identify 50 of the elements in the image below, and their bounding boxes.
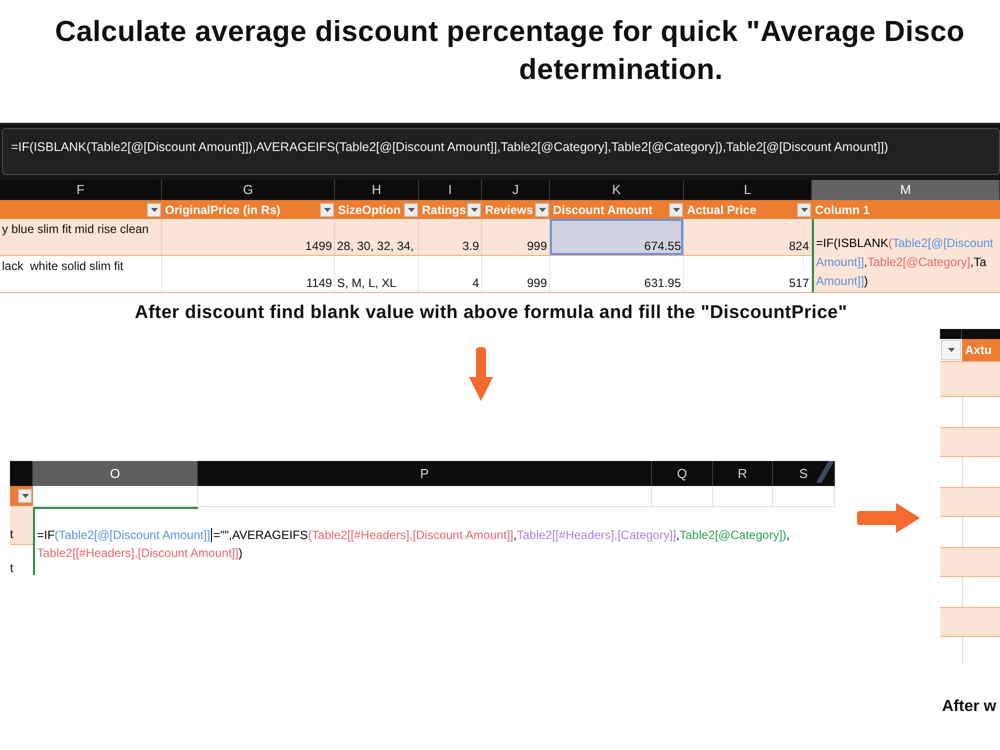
filter-dropdown-button[interactable] xyxy=(404,202,418,216)
table-header-cell: Axtu xyxy=(962,339,1000,361)
column-label: Reviews xyxy=(485,202,534,216)
column-label: Ratings xyxy=(422,202,466,216)
caret-down-icon xyxy=(948,348,954,352)
table-cell: 674.55 xyxy=(550,219,684,255)
table-cell: 4 xyxy=(419,256,482,292)
column-label: Discount Amount xyxy=(553,202,653,216)
formula-bar[interactable]: =IF(ISBLANK(Table2[@[Discount Amount]]),AVERAGEIFS(Table2[@[Discount Amount]],Table2[@Category],Table2[@Category]),Table2[@[Discount Amount]]) xyxy=(2,128,1000,175)
column-label: SizeOption xyxy=(338,202,401,216)
column-label: Actual Price xyxy=(687,202,756,216)
caret-down-icon xyxy=(150,208,158,212)
formula-editor[interactable]: =IF(ISBLANK(Table2[@[Discount Amount]],Table2[@Category],Ta Amount]]) xyxy=(812,219,1000,293)
filter-dropdown-button[interactable] xyxy=(467,202,481,216)
step-caption: After w xyxy=(942,697,998,717)
table-cell: 631.95 xyxy=(550,256,684,292)
filter-dropdown-button[interactable] xyxy=(535,202,549,216)
text-cursor-icon xyxy=(211,528,212,542)
filter-dropdown-button[interactable] xyxy=(797,202,811,216)
caret-down-icon xyxy=(324,208,330,212)
table-cell: 28, 30, 32, 34, xyxy=(335,219,419,255)
column-header[interactable]: O xyxy=(33,461,198,486)
filter-dropdown-button[interactable] xyxy=(320,202,334,216)
column-header-bar xyxy=(940,329,1000,339)
filter-dropdown-button[interactable] xyxy=(147,202,161,216)
filter-dropdown-button[interactable] xyxy=(669,202,683,216)
table-cell: y blue slim fit mid rise clean xyxy=(0,219,162,255)
column-header[interactable]: M xyxy=(812,180,1000,200)
filter-dropdown-button[interactable] xyxy=(18,489,32,503)
filter-dropdown-button[interactable] xyxy=(941,340,961,360)
caret-down-icon xyxy=(800,208,808,212)
caret-down-icon xyxy=(672,208,680,212)
column-label: Column 1 xyxy=(815,202,870,216)
table-cell: 1149 xyxy=(162,256,335,292)
step-caption: After discount find blank value with above formula and fill the "DiscountPrice" xyxy=(134,301,848,323)
caret-down-icon xyxy=(408,208,414,212)
caret-down-icon xyxy=(22,494,28,498)
down-arrow-icon xyxy=(469,347,493,401)
table-cell: 1499 xyxy=(162,219,335,255)
table-cell: t xyxy=(10,507,33,545)
table-cell: S, M, L, XL xyxy=(335,256,419,292)
table-cell: 999 xyxy=(482,256,550,292)
slide-title: Calculate average discount percentage for quick "Average Disco determination. xyxy=(54,15,966,88)
caret-down-icon xyxy=(538,208,546,212)
right-arrow-icon xyxy=(857,503,920,533)
table-cell: 3.9 xyxy=(419,219,482,255)
caret-down-icon xyxy=(470,208,478,212)
table-cell: lack white solid slim fit xyxy=(0,256,162,292)
column-label: OriginalPrice (in Rs) xyxy=(165,202,280,216)
diagonal-stroke-icon xyxy=(817,461,833,483)
